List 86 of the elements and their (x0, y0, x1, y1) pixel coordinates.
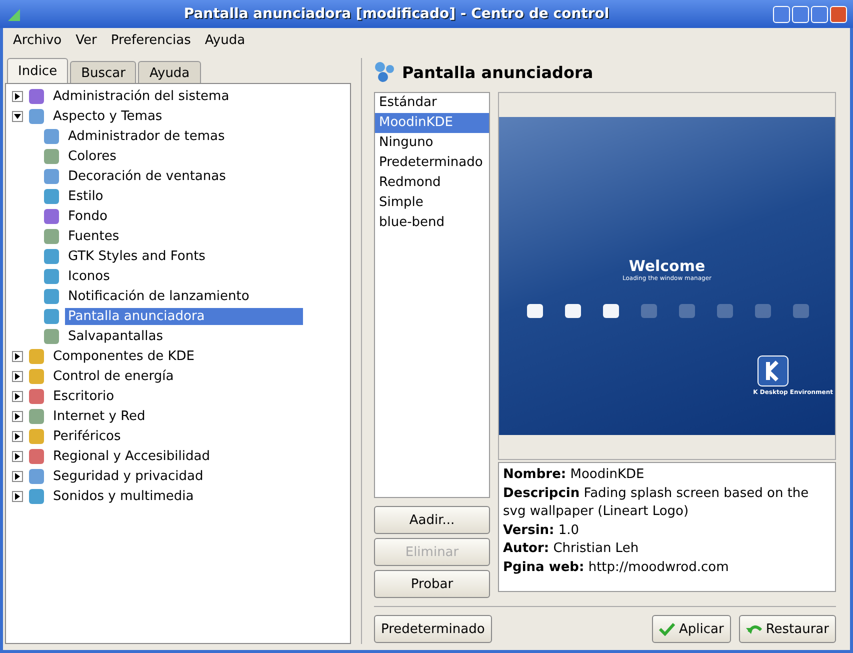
tree-item[interactable]: Administrador de temas (65, 128, 228, 144)
tile-icon (44, 328, 59, 344)
expander-icon[interactable] (12, 490, 23, 502)
tree-item[interactable]: Fondo (65, 208, 110, 224)
tree-item[interactable]: Seguridad y privacidad (50, 468, 206, 484)
menu-item[interactable]: Ayuda (204, 33, 246, 51)
tile-icon (44, 248, 59, 264)
expander-icon[interactable] (12, 110, 23, 122)
checkmark-icon (658, 622, 675, 636)
bubbles-icon (374, 61, 396, 83)
module-title: Pantalla anunciadora (402, 62, 594, 82)
tile-icon (44, 288, 59, 304)
expander-icon[interactable] (12, 90, 23, 102)
tree-item[interactable]: GTK Styles and Fonts (65, 248, 208, 264)
minimize-button[interactable] (792, 6, 809, 22)
menu-item[interactable]: Archivo (13, 33, 62, 51)
action-button[interactable]: Aplicar (652, 615, 731, 643)
tree-item[interactable]: Aspecto y Temas (50, 108, 166, 124)
tile-icon (29, 388, 44, 404)
tree-item[interactable]: Iconos (65, 268, 113, 284)
info-line: Descripcin Fading splash screen based on the svg wallpaper (Lineart Logo) (503, 484, 810, 521)
menu-item[interactable]: Ver (76, 33, 97, 51)
expander-icon[interactable] (12, 370, 23, 382)
tile-icon (29, 488, 44, 504)
theme-button[interactable]: Probar (374, 570, 490, 598)
tile-icon (29, 468, 44, 484)
info-line: Pgina web: http://moodwrod.com (503, 558, 730, 576)
tree-item[interactable]: Escritorio (50, 388, 118, 404)
tab[interactable]: Ayuda (138, 61, 201, 84)
theme-item[interactable]: Predeterminado (375, 153, 489, 173)
tree-item[interactable]: Salvapantallas (65, 328, 166, 344)
tree-item[interactable]: Componentes de KDE (50, 348, 198, 364)
tile-icon (29, 88, 44, 104)
tab[interactable]: Buscar (70, 61, 136, 84)
expander-icon[interactable] (12, 410, 23, 422)
expander-icon[interactable] (12, 470, 23, 482)
tree-item[interactable]: Pantalla anunciadora (65, 308, 303, 324)
action-button[interactable]: Predeterminado (374, 615, 492, 643)
tile-icon (29, 448, 44, 464)
theme-item[interactable]: Estándar (375, 93, 489, 113)
tree-item[interactable]: Regional y Accesibilidad (50, 448, 213, 464)
expander-icon[interactable] (12, 430, 23, 442)
expander-icon[interactable] (12, 390, 23, 402)
tile-icon (44, 148, 59, 164)
tree-item[interactable]: Control de energía (50, 368, 177, 384)
tile-icon (44, 168, 59, 184)
help-button[interactable] (773, 6, 790, 22)
tile-icon (29, 368, 44, 384)
tile-icon (44, 208, 59, 224)
window-title: Pantalla anunciadora [modificado] - Centro de control (182, 6, 610, 22)
tile-icon (44, 268, 59, 284)
preview-heading: Welcome (628, 257, 706, 275)
tile-icon (29, 428, 44, 444)
action-button[interactable]: Restaurar (738, 615, 836, 643)
tree-item[interactable]: Decoración de ventanas (65, 168, 229, 184)
tree-item[interactable]: Colores (65, 148, 120, 164)
tree-item[interactable]: Fuentes (65, 228, 122, 244)
k-logo-icon (757, 355, 789, 387)
tile-icon (29, 408, 44, 424)
tab[interactable]: Indice (7, 58, 68, 84)
tree-item[interactable]: Internet y Red (50, 408, 148, 424)
theme-button[interactable]: Aadir... (374, 506, 490, 534)
info-line: Autor: Christian Leh (503, 540, 640, 558)
theme-item[interactable]: MoodinKDE (375, 113, 489, 133)
tile-icon (29, 348, 44, 364)
tree-item[interactable]: Periféricos (50, 428, 124, 444)
theme-item[interactable]: blue-bend (375, 213, 489, 233)
theme-item[interactable]: Redmond (375, 173, 489, 193)
info-line: Nombre: MoodinKDE (503, 466, 646, 484)
tree-item[interactable]: Notificación de lanzamiento (65, 288, 252, 304)
theme-item[interactable]: Simple (375, 193, 489, 213)
tree-item[interactable]: Estilo (65, 188, 106, 204)
tree-item[interactable]: Sonidos y multimedia (50, 488, 197, 504)
maximize-button[interactable] (811, 6, 828, 22)
close-button[interactable] (830, 6, 847, 22)
expander-icon[interactable] (12, 350, 23, 362)
tree-item[interactable]: Administración del sistema (50, 88, 232, 104)
tile-icon (29, 108, 44, 124)
menu-item[interactable]: Preferencias (110, 33, 191, 51)
tile-icon (44, 188, 59, 204)
tile-icon (44, 128, 59, 144)
theme-item[interactable]: Ninguno (375, 133, 489, 153)
tile-icon (44, 308, 59, 324)
info-line: Versin: 1.0 (503, 522, 580, 540)
tile-icon (44, 228, 59, 244)
expander-icon[interactable] (12, 450, 23, 462)
